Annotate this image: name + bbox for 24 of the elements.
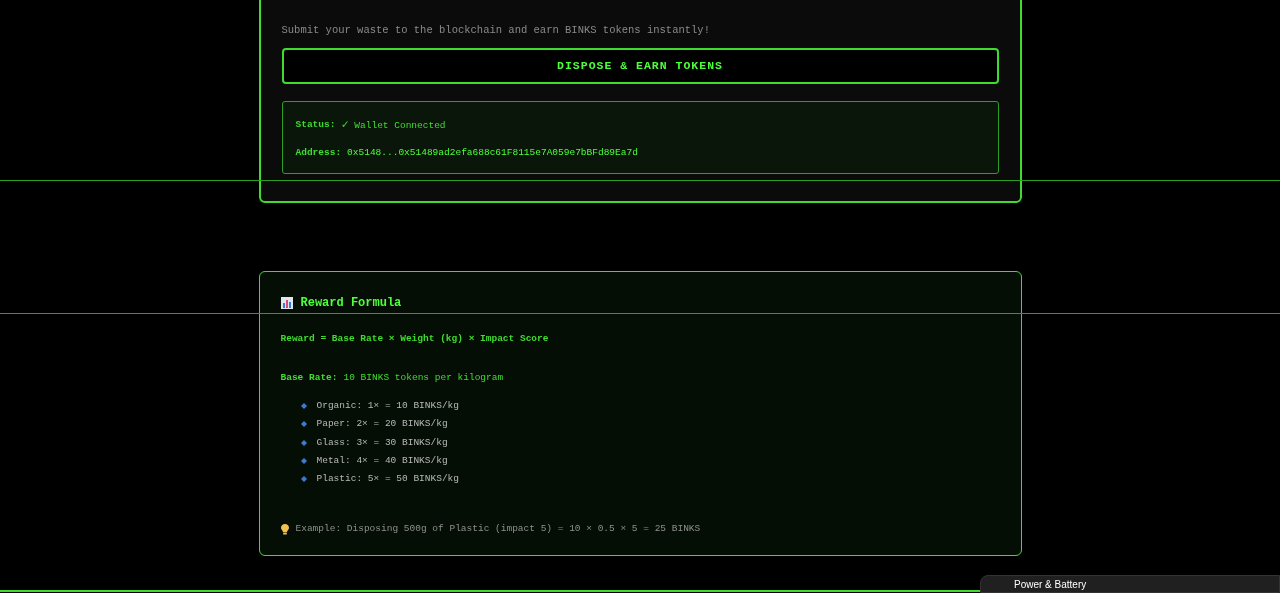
- rate-item: Paper: 2× = 20 BINKS/kg: [316, 417, 448, 432]
- rate-item: Glass: 3× = 30 BINKS/kg: [316, 435, 448, 450]
- rate-item: Plastic: 5× = 50 BINKS/kg: [316, 472, 460, 487]
- rate-item: Metal: 4× = 40 BINKS/kg: [316, 453, 448, 468]
- lightbulb-icon: [280, 523, 289, 535]
- diamond-icon: [300, 439, 307, 446]
- description-text: Submit your waste to the blockchain and earn BINKS tokens instantly!: [281, 23, 711, 38]
- diamond-icon: [300, 458, 307, 465]
- status-value: ✓ Wallet Connected: [341, 117, 446, 134]
- diamond-icon: [300, 403, 307, 410]
- formula-text: Reward = Base Rate × Weight (kg) × Impact Score: [280, 332, 550, 346]
- diamond-icon: [300, 421, 307, 428]
- base-rate-value: 10 BINKS tokens per kilogram: [343, 371, 504, 386]
- address-value: 0x5148...0x51489ad2efa688c61F8115e7A059e7bBFd89Ea7d: [347, 146, 638, 160]
- rate-item: Organic: 1× = 10 BINKS/kg: [316, 399, 460, 414]
- diamond-icon: [300, 476, 307, 483]
- reward-title: Reward Formula: [300, 295, 402, 312]
- address-label: Address:: [295, 146, 342, 160]
- example-text: Example: Disposing 500g of Plastic (impact 5) = 10 × 0.5 × 5 = 25 BINKS: [295, 522, 701, 536]
- bar-chart-icon: [280, 297, 293, 309]
- dispose-button[interactable]: DISPOSE & EARN TOKENS: [281, 48, 999, 84]
- base-rate-label: Base Rate:: [280, 371, 338, 386]
- notification-title: Power & Battery: [1014, 579, 1087, 591]
- status-label: Status:: [295, 117, 336, 132]
